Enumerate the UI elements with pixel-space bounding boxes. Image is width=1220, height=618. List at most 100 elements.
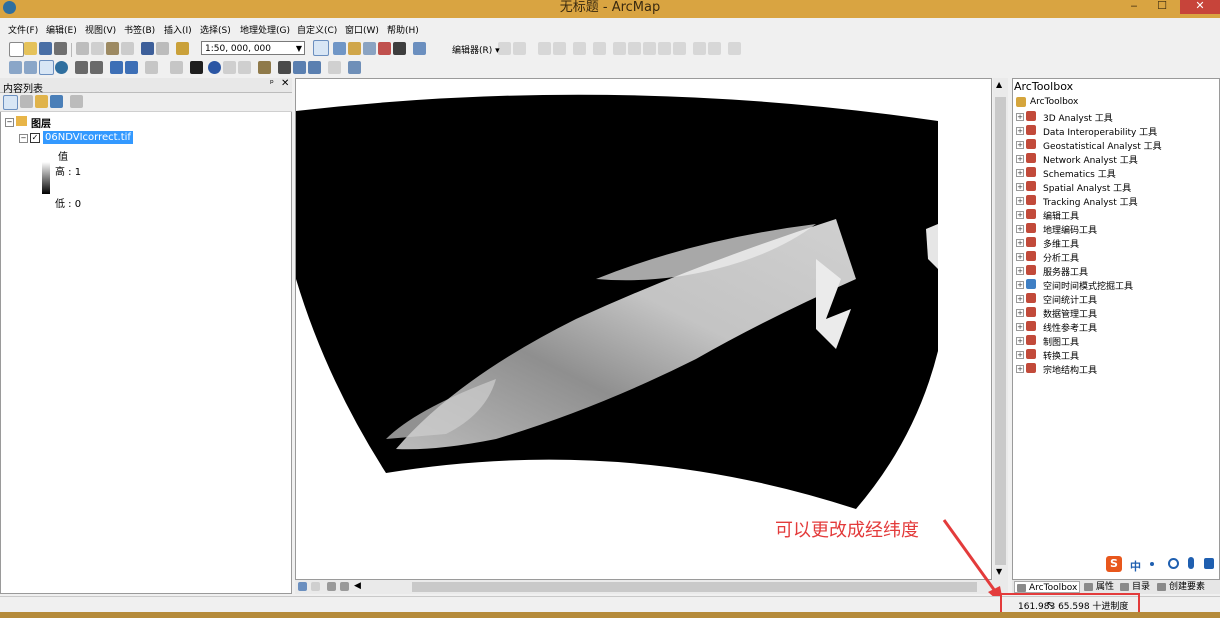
- map-horizontal-scroll-thumb[interactable]: [412, 582, 977, 592]
- sketch-properties-icon[interactable]: [708, 42, 721, 55]
- html-popup-icon[interactable]: [238, 61, 251, 74]
- close-button[interactable]: ✕: [1180, 0, 1220, 14]
- toc-options-icon[interactable]: [70, 95, 83, 108]
- cut-polygons-icon[interactable]: [643, 42, 656, 55]
- measure-icon[interactable]: [258, 61, 271, 74]
- expand-icon[interactable]: +: [1016, 169, 1024, 177]
- expand-icon[interactable]: +: [1016, 281, 1024, 289]
- menu-edit[interactable]: 编辑(E): [46, 23, 77, 36]
- time-slider-icon[interactable]: [328, 61, 341, 74]
- tab-catalog[interactable]: 目录: [1118, 581, 1150, 593]
- split-icon[interactable]: [658, 42, 671, 55]
- attributes-icon[interactable]: [693, 42, 706, 55]
- expand-icon[interactable]: +: [1016, 239, 1024, 247]
- map-scale-combobox[interactable]: 1:50, 000, 000 ▼: [201, 41, 305, 55]
- list-by-drawing-order-icon[interactable]: [3, 95, 18, 110]
- expand-icon[interactable]: +: [1016, 155, 1024, 163]
- menu-view[interactable]: 视图(V): [85, 23, 116, 36]
- create-features-icon[interactable]: [728, 42, 741, 55]
- arctoolbox-icon[interactable]: [378, 42, 391, 55]
- pause-drawing-icon[interactable]: [340, 582, 349, 591]
- new-document-icon[interactable]: [9, 42, 24, 57]
- full-extent-globe-icon[interactable]: [55, 61, 68, 74]
- tab-properties[interactable]: 属性: [1082, 581, 1114, 593]
- map-vertical-scroll-thumb[interactable]: [995, 97, 1006, 565]
- select-elements-arrow-icon[interactable]: [190, 61, 203, 74]
- collapse-layers-icon[interactable]: −: [5, 118, 14, 127]
- maximize-button[interactable]: ☐: [1152, 0, 1172, 14]
- expand-icon[interactable]: +: [1016, 323, 1024, 331]
- rotate-icon[interactable]: [673, 42, 686, 55]
- select-features-icon[interactable]: [145, 61, 158, 74]
- microphone-icon[interactable]: [1188, 557, 1194, 569]
- expand-icon[interactable]: +: [1016, 309, 1024, 317]
- minimize-button[interactable]: ‒: [1124, 0, 1144, 14]
- layer-visibility-checkbox[interactable]: ✓: [30, 133, 40, 143]
- python-window-icon[interactable]: [393, 42, 406, 55]
- expand-icon[interactable]: +: [1016, 337, 1024, 345]
- menu-bookmarks[interactable]: 书签(B): [124, 23, 155, 36]
- expand-icon[interactable]: +: [1016, 197, 1024, 205]
- redo-icon[interactable]: [156, 42, 169, 55]
- pin-icon[interactable]: ᵖ: [270, 79, 274, 89]
- save-icon[interactable]: [39, 42, 52, 55]
- zoom-out-icon[interactable]: [24, 61, 37, 74]
- tab-arctoolbox[interactable]: ArcToolbox: [1014, 581, 1080, 593]
- expand-icon[interactable]: +: [1016, 113, 1024, 121]
- expand-icon[interactable]: +: [1016, 211, 1024, 219]
- clear-selection-icon[interactable]: [170, 61, 183, 74]
- undo-icon[interactable]: [141, 42, 154, 55]
- expand-icon[interactable]: +: [1016, 295, 1024, 303]
- menu-help[interactable]: 帮助(H): [387, 23, 419, 36]
- fixed-zoom-out-icon[interactable]: [90, 61, 103, 74]
- back-arrow-icon[interactable]: [110, 61, 123, 74]
- editor-menu-button[interactable]: 编辑器(R) ▾: [452, 43, 500, 56]
- hyperlink-icon[interactable]: [223, 61, 236, 74]
- emoji-icon[interactable]: [1168, 558, 1179, 569]
- search-window-icon[interactable]: [363, 42, 376, 55]
- create-viewer-window-icon[interactable]: [348, 61, 361, 74]
- ime-language-toggle[interactable]: 中: [1130, 558, 1141, 574]
- trace-icon[interactable]: [573, 42, 586, 55]
- cut-icon[interactable]: [76, 42, 89, 55]
- identify-icon[interactable]: [208, 61, 221, 74]
- menu-customize[interactable]: 自定义(C): [297, 23, 337, 36]
- expand-icon[interactable]: +: [1016, 253, 1024, 261]
- edit-vertices-icon[interactable]: [613, 42, 626, 55]
- model-builder-icon[interactable]: [413, 42, 426, 55]
- map-display[interactable]: [295, 78, 992, 580]
- expand-icon[interactable]: +: [1016, 225, 1024, 233]
- expand-icon[interactable]: +: [1016, 141, 1024, 149]
- sogou-ime-icon[interactable]: S: [1106, 556, 1122, 572]
- editor-toolbar-toggle-icon[interactable]: [313, 40, 329, 56]
- copy-icon[interactable]: [91, 42, 104, 55]
- pan-hand-icon[interactable]: [39, 60, 54, 75]
- layout-view-icon[interactable]: [311, 582, 320, 591]
- layer-name[interactable]: 06NDVIcorrect.tif: [43, 131, 133, 144]
- ime-settings-icon[interactable]: [1204, 558, 1214, 569]
- expand-icon[interactable]: +: [1016, 183, 1024, 191]
- end-point-arc-icon[interactable]: [553, 42, 566, 55]
- open-folder-icon[interactable]: [24, 42, 37, 55]
- layers-group-label[interactable]: 图层: [31, 115, 51, 130]
- punctuation-icon[interactable]: [1150, 562, 1154, 566]
- data-view-icon[interactable]: [298, 582, 307, 591]
- find-binoculars-icon[interactable]: [278, 61, 291, 74]
- reshape-icon[interactable]: [628, 42, 641, 55]
- menu-file[interactable]: 文件(F): [8, 23, 38, 36]
- expand-icon[interactable]: +: [1016, 351, 1024, 359]
- scroll-up-icon[interactable]: ▲: [996, 80, 1002, 89]
- find-route-icon[interactable]: [293, 61, 306, 74]
- delete-icon[interactable]: [121, 42, 134, 55]
- refresh-icon[interactable]: [327, 582, 336, 591]
- expand-icon[interactable]: +: [1016, 267, 1024, 275]
- paste-icon[interactable]: [106, 42, 119, 55]
- menu-insert[interactable]: 插入(I): [164, 23, 192, 36]
- catalog-icon[interactable]: [348, 42, 361, 55]
- print-icon[interactable]: [54, 42, 67, 55]
- list-by-source-icon[interactable]: [20, 95, 33, 108]
- expand-icon[interactable]: +: [1016, 127, 1024, 135]
- menu-geoprocessing[interactable]: 地理处理(G): [240, 23, 290, 36]
- close-icon[interactable]: ✕: [281, 78, 289, 89]
- edit-annotation-icon[interactable]: [513, 42, 526, 55]
